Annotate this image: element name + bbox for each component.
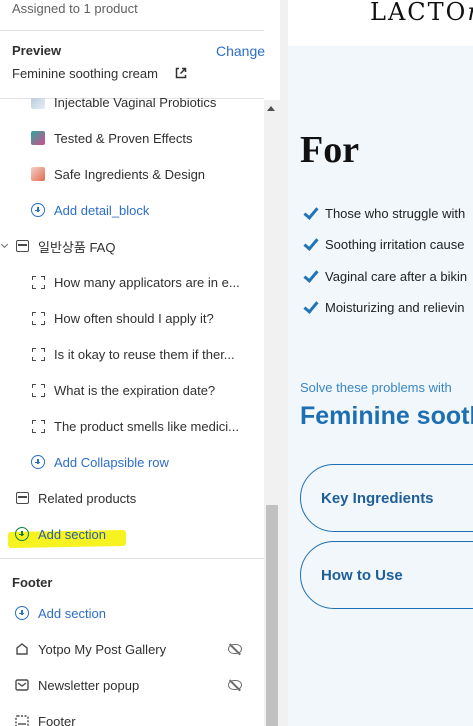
template-assignment-text: Assigned to 1 product — [12, 1, 138, 16]
add-detail-block-button[interactable]: Add detail_block — [30, 196, 149, 224]
block-item[interactable]: Safe Ingredients & Design — [30, 160, 205, 188]
footer-item-footer[interactable]: Footer — [14, 707, 76, 726]
check-icon — [302, 268, 320, 284]
email-icon — [15, 679, 29, 691]
scrollbar-thumb[interactable] — [266, 505, 278, 726]
solve-subheading: Solve these problems with — [300, 380, 452, 395]
plus-circle-icon — [31, 203, 45, 217]
product-title: Feminine sooth — [300, 402, 473, 430]
add-collapsible-row-button[interactable]: Add Collapsible row — [30, 448, 169, 476]
footer-group-heading: Footer — [12, 575, 53, 590]
for-heading: For — [300, 129, 360, 171]
block-item[interactable]: Tested & Proven Effects — [30, 124, 193, 152]
image-thumb-icon — [31, 167, 45, 181]
key-ingredients-button[interactable]: Key Ingredients — [300, 464, 473, 532]
block-icon — [31, 347, 45, 361]
external-link-icon[interactable] — [174, 66, 188, 80]
image-thumb-icon — [31, 131, 45, 145]
chevron-down-icon[interactable] — [0, 240, 9, 249]
check-icon — [302, 236, 320, 252]
block-icon — [31, 311, 45, 325]
plus-circle-icon — [15, 606, 29, 620]
check-icon — [302, 205, 320, 221]
section-faq[interactable]: 일반상품 FAQ — [14, 232, 115, 260]
add-section-button[interactable]: Add section — [14, 520, 106, 548]
plus-circle-icon — [31, 455, 45, 469]
collapsible-row-item[interactable]: How often should I apply it? — [30, 304, 258, 332]
collapsible-row-item[interactable]: How many applicators are in e... — [30, 268, 258, 296]
block-icon — [31, 419, 45, 433]
app-block-icon — [16, 643, 28, 655]
how-to-use-button[interactable]: How to Use — [300, 541, 473, 609]
change-preview-link[interactable]: Change — [216, 43, 265, 59]
collapsible-row-item[interactable]: The product smells like medici... — [30, 412, 258, 440]
footer-section-icon — [15, 714, 29, 726]
header-bar: LACTOm — [288, 0, 473, 46]
hidden-eye-icon[interactable] — [228, 680, 242, 690]
checklist-item: Moisturizing and relievin — [302, 298, 464, 316]
footer-item-newsletter[interactable]: Newsletter popup — [14, 671, 139, 699]
collapsible-row-item[interactable]: Is it okay to reuse them if ther... — [30, 340, 258, 368]
checklist-item: Soothing irritation cause — [302, 235, 464, 253]
block-icon — [31, 275, 45, 289]
check-icon — [302, 299, 320, 315]
plus-circle-icon — [15, 527, 29, 541]
sidebar-scrollbar[interactable] — [264, 100, 280, 726]
section-icon — [15, 240, 29, 252]
checklist-item: Vaginal care after a bikin — [302, 267, 467, 285]
preview-product-name: Feminine soothing cream — [12, 66, 158, 81]
hidden-eye-icon[interactable] — [228, 644, 242, 654]
store-preview: LACTOm For Those who struggle with Sooth… — [280, 0, 473, 726]
footer-add-section-button[interactable]: Add section — [14, 599, 106, 627]
block-item[interactable]: Injectable Vaginal Probiotics — [30, 98, 216, 116]
editor-sidebar: Assigned to 1 product Preview Change Fem… — [0, 0, 280, 726]
section-icon — [15, 492, 29, 504]
collapsible-row-item[interactable]: What is the expiration date? — [30, 376, 258, 404]
section-related-products[interactable]: Related products — [14, 484, 136, 512]
brand-logo[interactable]: LACTOm — [370, 0, 473, 26]
checklist-item: Those who struggle with — [302, 204, 465, 222]
footer-item-yotpo[interactable]: Yotpo My Post Gallery — [14, 635, 166, 663]
block-icon — [31, 383, 45, 397]
preview-heading: Preview — [12, 43, 62, 58]
divider — [0, 30, 264, 31]
scroll-up-arrow-icon[interactable] — [267, 106, 275, 111]
divider — [0, 558, 264, 559]
